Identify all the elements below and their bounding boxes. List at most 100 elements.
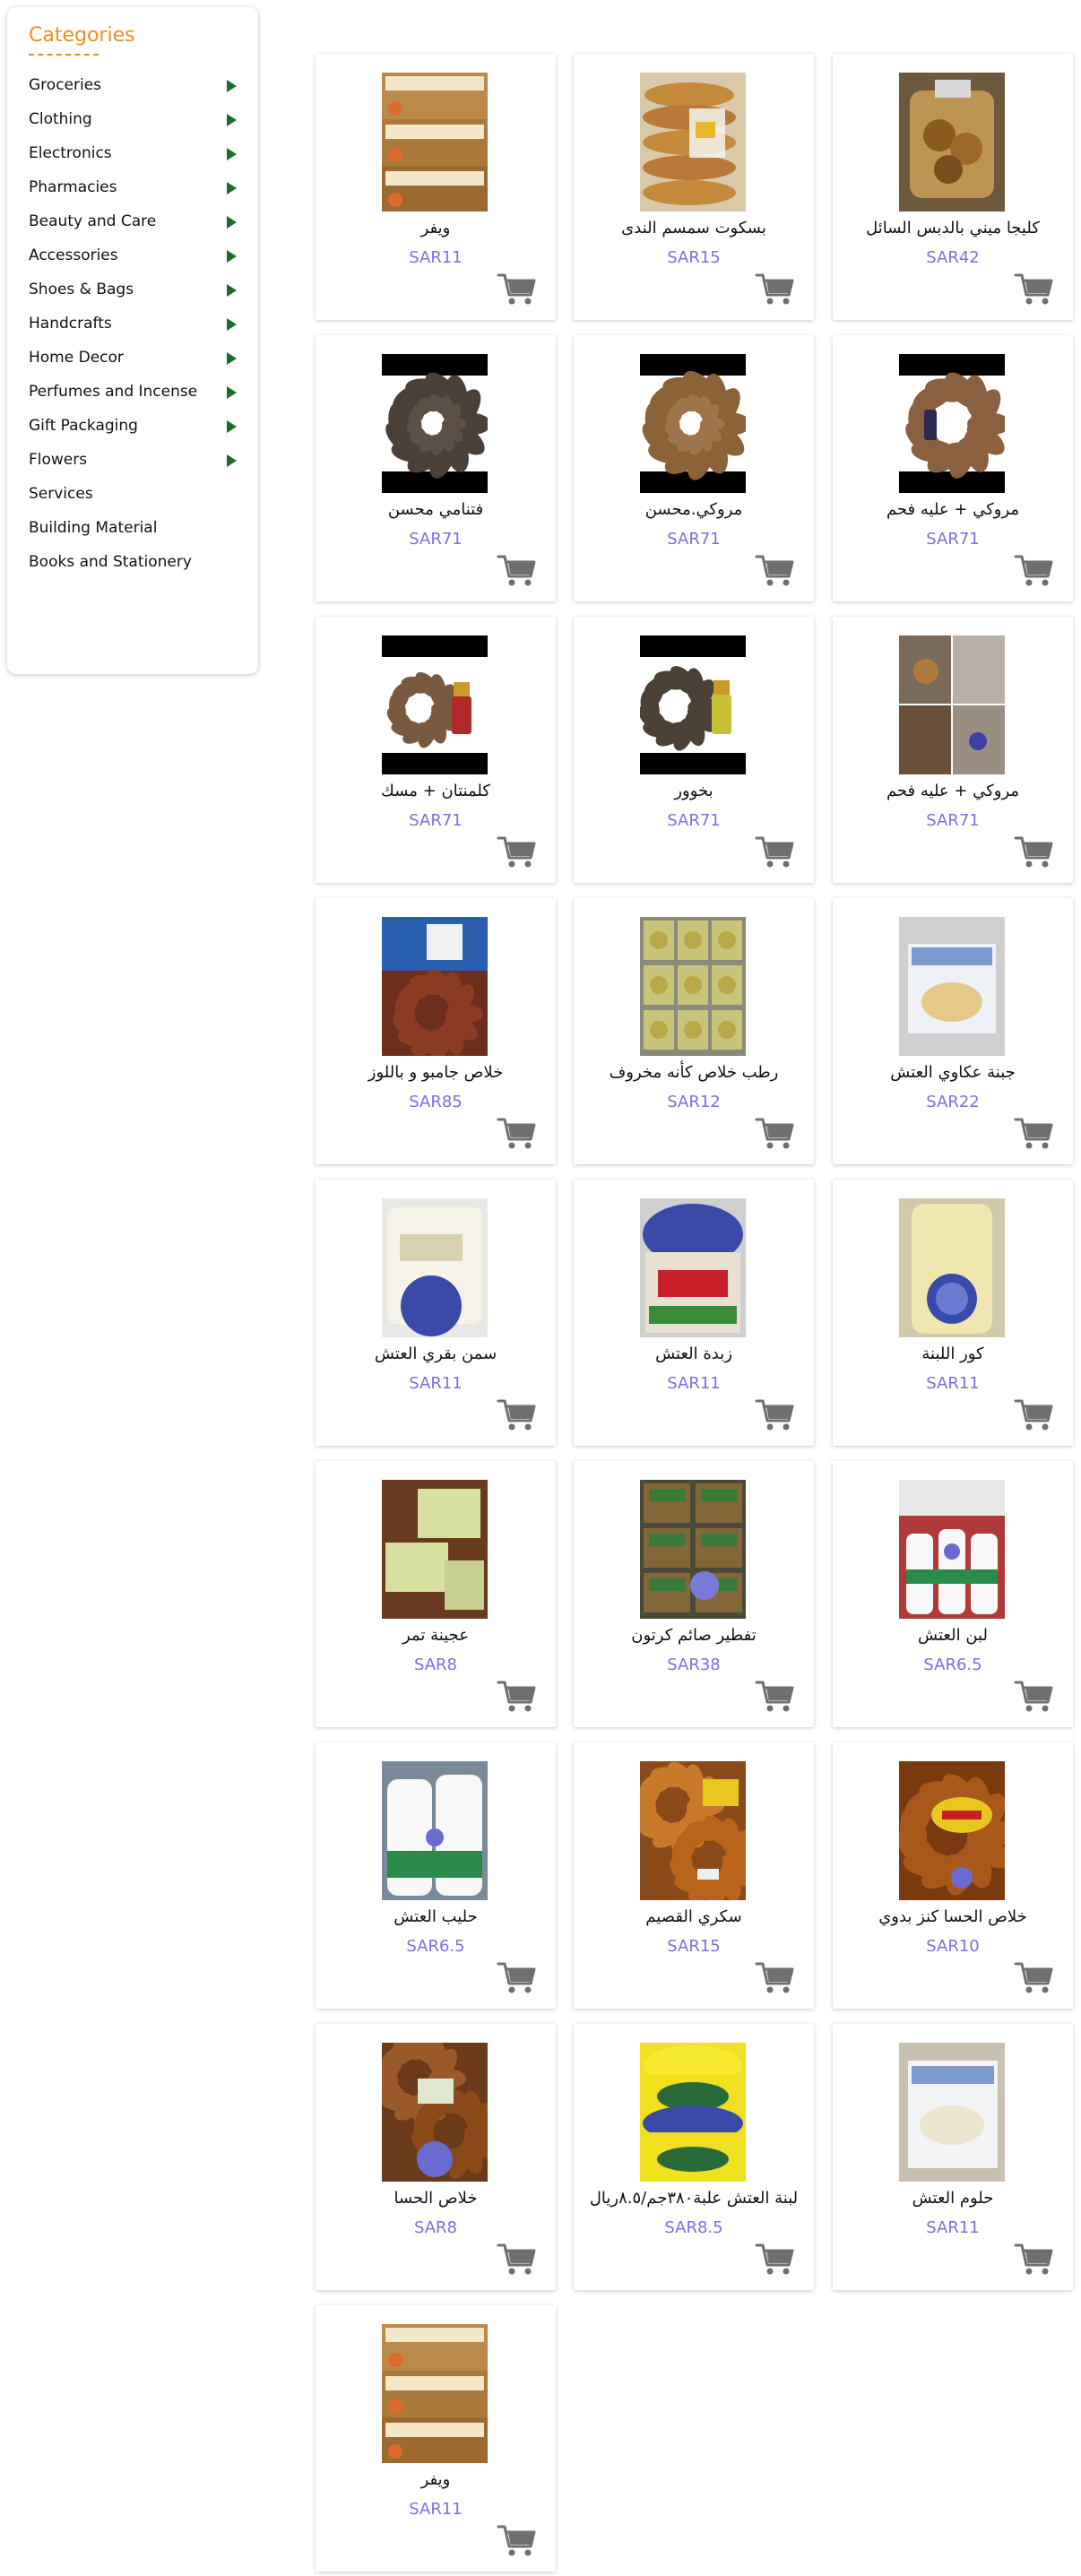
product-card[interactable]: حلوم العتش SAR11 [833, 2024, 1073, 2290]
product-card[interactable]: سكري القصيم SAR15 [574, 1742, 814, 2009]
product-name[interactable]: كليجا ميني بالدبس السائل [833, 219, 1073, 238]
add-to-cart-icon[interactable] [1014, 1679, 1053, 1713]
expand-arrow-icon[interactable] [227, 80, 237, 92]
product-name[interactable]: حليب العتش [316, 1907, 556, 1926]
product-image[interactable] [640, 917, 746, 1056]
product-name[interactable]: ويفر [316, 2470, 556, 2489]
category-item-books-and-stationery[interactable]: Books and Stationery [29, 545, 244, 579]
expand-arrow-icon[interactable] [227, 148, 237, 160]
product-name[interactable]: جبنة عكاوي العتش [833, 1063, 1073, 1082]
product-image[interactable] [640, 635, 746, 774]
add-to-cart-icon[interactable] [755, 834, 794, 869]
expand-arrow-icon[interactable] [227, 318, 237, 331]
product-image[interactable] [899, 1480, 1005, 1619]
add-to-cart-icon[interactable] [755, 272, 794, 306]
product-image[interactable] [899, 1198, 1005, 1337]
product-image[interactable] [382, 2324, 488, 2463]
product-image[interactable] [382, 1761, 488, 1900]
add-to-cart-icon[interactable] [1014, 1116, 1053, 1150]
product-name[interactable]: لبنة العتش علبة٣٨٠جم/٨.٥ريال [574, 2189, 814, 2208]
product-name[interactable]: سكري القصيم [574, 1907, 814, 1926]
category-item-home-decor[interactable]: Home Decor [29, 341, 244, 375]
category-item-gift-packaging[interactable]: Gift Packaging [29, 409, 244, 443]
category-item-building-material[interactable]: Building Material [29, 511, 244, 545]
product-card[interactable]: عجينة تمر SAR8 [316, 1461, 556, 1727]
product-image[interactable] [899, 1761, 1005, 1900]
product-card[interactable]: مروكي.محسن SAR71 [574, 335, 814, 601]
product-image[interactable] [382, 354, 488, 493]
product-image[interactable] [640, 1198, 746, 1337]
add-to-cart-icon[interactable] [755, 1116, 794, 1150]
product-card[interactable]: ويفر SAR11 [316, 2305, 556, 2572]
product-name[interactable]: بسكوت سمسم الندى [574, 219, 814, 238]
product-card[interactable]: بخوور SAR71 [574, 617, 814, 883]
product-card[interactable]: فتنامي محسن SAR71 [316, 335, 556, 601]
product-image[interactable] [382, 1198, 488, 1337]
add-to-cart-icon[interactable] [755, 2242, 794, 2276]
product-image[interactable] [899, 73, 1005, 212]
category-item-clothing[interactable]: Clothing [29, 102, 244, 136]
add-to-cart-icon[interactable] [497, 1960, 536, 1994]
product-name[interactable]: خلاص جامبو و باللوز [316, 1063, 556, 1082]
product-card[interactable]: سمن بقري العتش SAR11 [316, 1180, 556, 1446]
product-image[interactable] [382, 917, 488, 1056]
product-image[interactable] [382, 73, 488, 212]
add-to-cart-icon[interactable] [755, 553, 794, 587]
product-image[interactable] [382, 2043, 488, 2182]
product-name[interactable]: مروكي + عليه فحم [833, 500, 1073, 519]
expand-arrow-icon[interactable] [227, 182, 237, 194]
product-name[interactable]: خلاص الحسا كنز بدوي [833, 1907, 1073, 1926]
expand-arrow-icon[interactable] [227, 216, 237, 229]
expand-arrow-icon[interactable] [227, 250, 237, 263]
product-card[interactable]: كليجا ميني بالدبس السائل SAR42 [833, 54, 1073, 320]
category-item-perfumes-and-incense[interactable]: Perfumes and Incense [29, 375, 244, 409]
add-to-cart-icon[interactable] [497, 2242, 536, 2276]
product-name[interactable]: فتنامي محسن [316, 500, 556, 519]
product-name[interactable]: تفطير صائم كرتون [574, 1626, 814, 1645]
category-item-shoes-bags[interactable]: Shoes & Bags [29, 272, 244, 307]
product-name[interactable]: عجينة تمر [316, 1626, 556, 1645]
category-item-accessories[interactable]: Accessories [29, 238, 244, 272]
product-image[interactable] [899, 635, 1005, 774]
product-image[interactable] [640, 73, 746, 212]
product-card[interactable]: زبدة العتش SAR11 [574, 1180, 814, 1446]
add-to-cart-icon[interactable] [755, 1960, 794, 1994]
add-to-cart-icon[interactable] [1014, 834, 1053, 869]
expand-arrow-icon[interactable] [227, 352, 237, 365]
product-card[interactable]: خلاص الحسا SAR8 [316, 2024, 556, 2290]
product-card[interactable]: كلمنتان + مسك SAR71 [316, 617, 556, 883]
product-name[interactable]: خلاص الحسا [316, 2189, 556, 2208]
category-item-groceries[interactable]: Groceries [29, 68, 244, 102]
expand-arrow-icon[interactable] [227, 386, 237, 399]
add-to-cart-icon[interactable] [497, 2523, 536, 2557]
product-card[interactable]: كور اللبنة SAR11 [833, 1180, 1073, 1446]
product-name[interactable]: رطب خلاص كأنه مخروف [574, 1063, 814, 1082]
product-image[interactable] [640, 1480, 746, 1619]
product-card[interactable]: ويفر SAR11 [316, 54, 556, 320]
product-name[interactable]: ويفر [316, 219, 556, 238]
add-to-cart-icon[interactable] [497, 1679, 536, 1713]
product-image[interactable] [640, 1761, 746, 1900]
product-name[interactable]: بخوور [574, 782, 814, 800]
add-to-cart-icon[interactable] [1014, 1397, 1053, 1431]
product-name[interactable]: كلمنتان + مسك [316, 782, 556, 800]
product-name[interactable]: سمن بقري العتش [316, 1344, 556, 1363]
category-item-handcrafts[interactable]: Handcrafts [29, 307, 244, 341]
product-card[interactable]: رطب خلاص كأنه مخروف SAR12 [574, 898, 814, 1164]
product-image[interactable] [382, 635, 488, 774]
product-name[interactable]: حلوم العتش [833, 2189, 1073, 2208]
add-to-cart-icon[interactable] [755, 1397, 794, 1431]
category-item-electronics[interactable]: Electronics [29, 136, 244, 170]
category-item-services[interactable]: Services [29, 477, 244, 511]
product-name[interactable]: زبدة العتش [574, 1344, 814, 1363]
product-card[interactable]: خلاص جامبو و باللوز SAR85 [316, 898, 556, 1164]
product-name[interactable]: مروكي.محسن [574, 500, 814, 519]
product-image[interactable] [899, 354, 1005, 493]
add-to-cart-icon[interactable] [497, 1397, 536, 1431]
product-image[interactable] [640, 2043, 746, 2182]
category-item-beauty-and-care[interactable]: Beauty and Care [29, 204, 244, 238]
product-image[interactable] [382, 1480, 488, 1619]
add-to-cart-icon[interactable] [1014, 1960, 1053, 1994]
add-to-cart-icon[interactable] [497, 553, 536, 587]
expand-arrow-icon[interactable] [227, 284, 237, 297]
